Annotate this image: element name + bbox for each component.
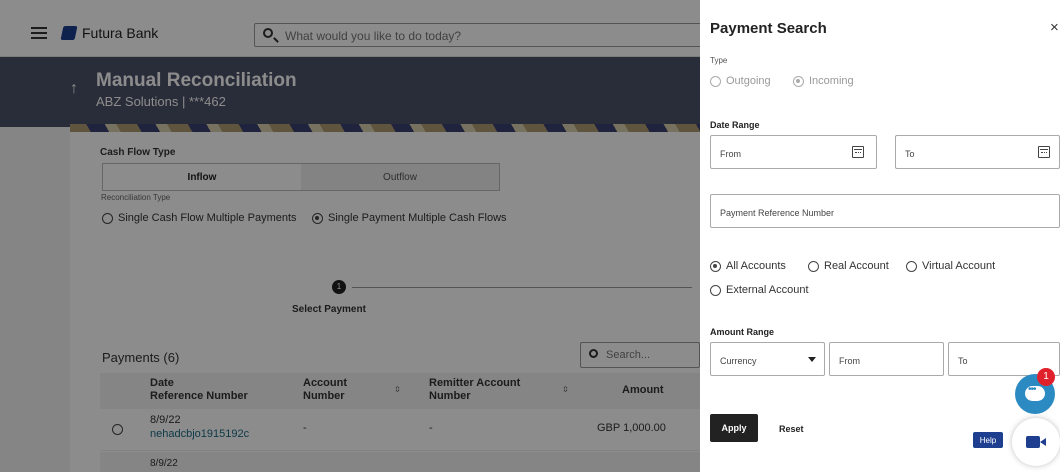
modal-overlay[interactable] [0, 0, 700, 472]
drawer-title: Payment Search [710, 20, 827, 37]
amount-range-label: Amount Range [710, 327, 774, 337]
radio-unchecked-icon [808, 260, 819, 272]
type-label: Type [710, 56, 728, 65]
amount-to-placeholder: To [958, 356, 968, 366]
radio-checked-icon [793, 75, 804, 87]
calendar-icon[interactable] [1038, 146, 1050, 158]
payment-search-drawer: Payment Search × Type Outgoing Incoming … [700, 0, 1060, 472]
radio-checked-icon [710, 260, 721, 272]
chat-icon [1025, 384, 1045, 401]
chevron-down-icon [808, 357, 816, 362]
radio-external-account[interactable]: External Account [710, 284, 809, 296]
radio-incoming[interactable]: Incoming [793, 75, 854, 87]
radio-outgoing[interactable]: Outgoing [710, 75, 771, 87]
radio-label: Incoming [809, 75, 854, 87]
help-button[interactable]: Help [973, 432, 1003, 448]
calendar-icon[interactable] [852, 146, 864, 158]
radio-label: All Accounts [726, 260, 786, 272]
amount-from-field[interactable]: From [829, 342, 944, 376]
video-call-button[interactable] [1012, 418, 1060, 466]
currency-placeholder: Currency [720, 356, 757, 366]
video-camera-icon [1026, 436, 1046, 448]
date-to-placeholder: To [905, 149, 915, 159]
payment-reference-placeholder: Payment Reference Number [720, 208, 835, 218]
date-from-field[interactable]: From [710, 135, 877, 169]
notification-badge: 1 [1037, 368, 1055, 386]
radio-label: External Account [726, 284, 809, 296]
radio-label: Real Account [824, 260, 889, 272]
date-from-placeholder: From [720, 149, 741, 159]
amount-from-placeholder: From [839, 356, 860, 366]
radio-label: Outgoing [726, 75, 771, 87]
radio-all-accounts[interactable]: All Accounts [710, 260, 786, 272]
radio-virtual-account[interactable]: Virtual Account [906, 260, 995, 272]
currency-select[interactable]: Currency [710, 342, 825, 376]
radio-label: Virtual Account [922, 260, 996, 272]
apply-button[interactable]: Apply [710, 414, 758, 442]
close-icon[interactable]: × [1050, 19, 1059, 36]
radio-real-account[interactable]: Real Account [808, 260, 889, 272]
date-range-label: Date Range [710, 120, 760, 130]
date-to-field[interactable]: To [895, 135, 1060, 169]
payment-reference-field[interactable]: Payment Reference Number [710, 194, 1060, 228]
radio-unchecked-icon [710, 284, 721, 296]
radio-unchecked-icon [710, 75, 721, 87]
reset-button[interactable]: Reset [779, 424, 804, 434]
radio-unchecked-icon [906, 260, 917, 272]
